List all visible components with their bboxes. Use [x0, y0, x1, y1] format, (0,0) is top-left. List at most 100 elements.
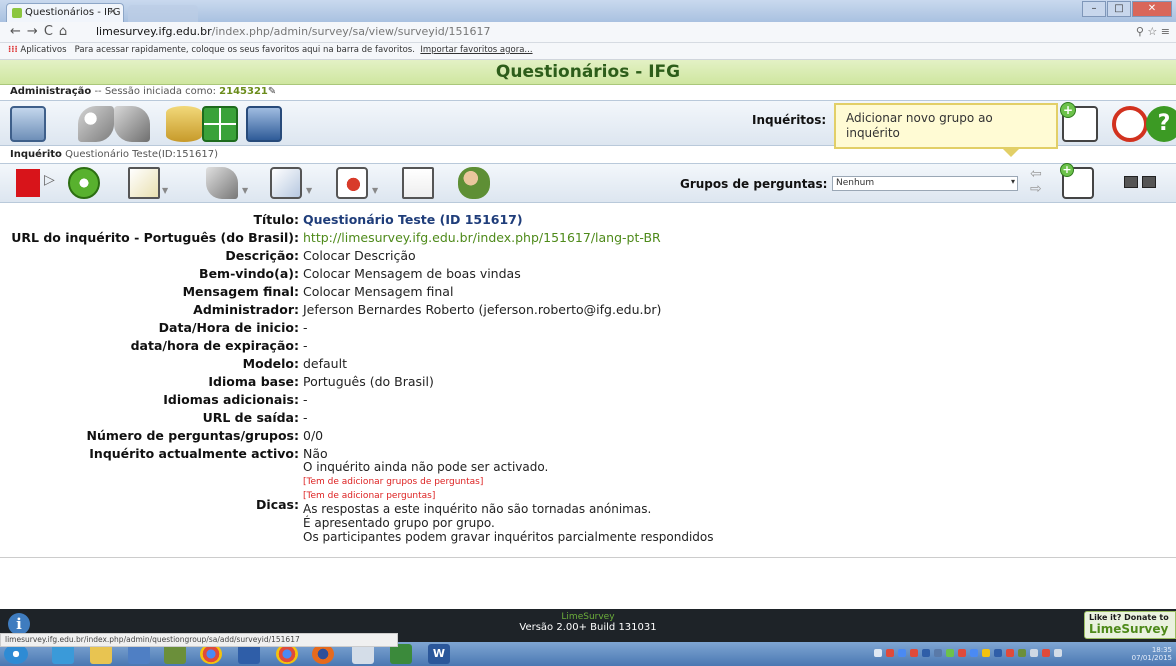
media-icon[interactable]: [128, 644, 150, 664]
app-icon[interactable]: [352, 644, 374, 664]
info-icon[interactable]: i: [8, 613, 30, 635]
home-icon[interactable]: ⌂: [59, 24, 73, 39]
help-icon[interactable]: ?: [1146, 106, 1176, 142]
start-icon[interactable]: [4, 644, 28, 664]
add-survey-icon[interactable]: +: [1060, 102, 1098, 142]
menu-icon[interactable]: ≡: [1161, 25, 1170, 38]
donate-banner[interactable]: Like it? Donate to LimeSurvey: [1084, 611, 1176, 639]
question-groups-select[interactable]: Nenhum ▾: [832, 176, 1018, 191]
browser-menu: ⚲ ☆ ≡: [1136, 25, 1170, 38]
survey-name-line: Inquérito Questionário Teste(ID:151617): [0, 149, 1176, 163]
detail-value: default: [303, 356, 347, 371]
database-icon[interactable]: [166, 106, 202, 142]
detail-value: -: [303, 338, 308, 353]
star-icon[interactable]: ☆: [1147, 25, 1157, 38]
detail-row-template: Modelo: default: [0, 356, 1176, 374]
tip-warning[interactable]: [Tem de adicionar perguntas]: [303, 490, 713, 502]
tip-line: As respostas a este inquérito não são to…: [303, 502, 652, 516]
pencil-icon[interactable]: ✎: [268, 86, 276, 97]
close-window-button[interactable]: ✕: [1132, 1, 1172, 17]
import-bookmarks-link[interactable]: Importar favoritos agora...: [420, 45, 532, 55]
responses-icon[interactable]: [336, 167, 368, 199]
donate-line1: Like it? Donate to: [1089, 613, 1169, 622]
status-bar-url: limesurvey.ifg.edu.br/index.php/admin/qu…: [0, 633, 398, 647]
detail-row-title: Título: Questionário Teste (ID 151617): [0, 212, 1176, 230]
survey-toolbar: ▷ ▼ ▼ ▼ ▼ Grupos de perguntas: Nenhum ▾ …: [0, 163, 1176, 203]
detail-value: Questionário Teste (ID 151617): [303, 212, 523, 227]
clock[interactable]: 18:35 07/01/2015: [1132, 646, 1172, 662]
detail-value: -: [303, 320, 308, 335]
export-icon[interactable]: [246, 106, 282, 142]
footer-brand[interactable]: LimeSurvey: [0, 612, 1176, 622]
next-group-icon[interactable]: ⇨: [1030, 181, 1042, 197]
chrome-icon[interactable]: [276, 644, 298, 664]
apps-icon[interactable]: ⁝⁝⁝: [8, 45, 18, 55]
detail-label: Data/Hora de inicio:: [158, 320, 299, 335]
keys-icon[interactable]: [78, 106, 114, 142]
detail-value: Não: [303, 446, 328, 461]
tip-warning[interactable]: [Tem de adicionar grupos de perguntas]: [303, 476, 713, 488]
logout-icon[interactable]: [1112, 106, 1148, 142]
chevron-down-icon[interactable]: ▼: [242, 186, 248, 195]
detail-row-end-message: Mensagem final: Colocar Mensagem final: [0, 284, 1176, 302]
tab-close-icon[interactable]: ×: [109, 6, 117, 17]
detail-row-expiry-date: data/hora de expiração: -: [0, 338, 1176, 356]
edit-text-icon[interactable]: [128, 167, 160, 199]
detail-row-question-count: Número de perguntas/grupos: 0/0: [0, 428, 1176, 446]
page-title: Questionários - IFG: [0, 60, 1176, 85]
minimize-button[interactable]: –: [1082, 1, 1106, 17]
url-field[interactable]: limesurvey.ifg.edu.br/index.php/admin/su…: [96, 25, 490, 38]
excel-icon[interactable]: [390, 644, 412, 664]
grid-icon[interactable]: [202, 106, 238, 142]
donate-line2: LimeSurvey: [1089, 622, 1169, 636]
activate-arrow-icon[interactable]: ▷: [44, 172, 55, 188]
surveys-label: Inquéritos:: [752, 113, 827, 127]
firefox-icon[interactable]: [312, 644, 334, 664]
app-icon[interactable]: [238, 644, 260, 664]
tip-line: Os participantes podem gravar inquéritos…: [303, 530, 714, 544]
tools-icon[interactable]: [114, 106, 150, 142]
back-icon[interactable]: ←: [10, 24, 27, 39]
stop-survey-icon[interactable]: [16, 169, 40, 197]
survey-url-link[interactable]: http://limesurvey.ifg.edu.br/index.php/1…: [303, 230, 661, 245]
zoom-icon[interactable]: ⚲: [1136, 25, 1144, 38]
detail-value: Colocar Mensagem final: [303, 284, 454, 299]
home-admin-icon[interactable]: [10, 106, 46, 142]
display-export-icon[interactable]: [270, 167, 302, 199]
chevron-down-icon[interactable]: ▼: [372, 186, 378, 195]
explorer-icon[interactable]: [90, 644, 112, 664]
chrome-icon[interactable]: [200, 644, 222, 664]
maximize-panel-icon[interactable]: [1142, 176, 1156, 188]
detail-label: Modelo:: [242, 356, 299, 371]
survey-logic-icon[interactable]: [402, 167, 434, 199]
detail-label: Idioma base:: [208, 374, 299, 389]
word-icon[interactable]: W: [428, 644, 450, 664]
tooltip-add-group: Adicionar novo grupo ao inquérito: [834, 103, 1058, 157]
tips-label: Dicas:: [256, 497, 299, 512]
forward-icon[interactable]: →: [27, 24, 44, 39]
detail-value: Jeferson Bernardes Roberto (jeferson.rob…: [303, 302, 662, 317]
chevron-down-icon[interactable]: ▼: [162, 186, 168, 195]
participants-icon[interactable]: [458, 167, 490, 199]
settings-gear-icon[interactable]: [68, 167, 100, 199]
session-user[interactable]: 2145321: [219, 86, 268, 97]
chevron-down-icon[interactable]: ▼: [306, 186, 312, 195]
detail-label: Bem-vindo(a):: [199, 266, 299, 281]
app-icon[interactable]: [164, 644, 186, 664]
ie-icon[interactable]: [52, 644, 74, 664]
maximize-button[interactable]: □: [1107, 1, 1131, 17]
system-tray: [874, 649, 1114, 659]
detail-row-url: URL do inquérito - Português (do Brasil)…: [0, 230, 1176, 248]
survey-label: Inquérito: [10, 149, 62, 160]
new-tab-button[interactable]: [128, 5, 198, 22]
apps-link[interactable]: Aplicativos: [20, 45, 66, 55]
reload-icon[interactable]: C: [44, 24, 59, 39]
browser-tab[interactable]: Questionários - IFG ×: [6, 3, 124, 22]
detail-label: data/hora de expiração:: [130, 338, 299, 353]
question-groups-selected: Nenhum: [836, 178, 875, 188]
previous-group-icon[interactable]: ⇦: [1030, 166, 1042, 182]
survey-tools-icon[interactable]: [206, 167, 238, 199]
admin-session-line: Administração -- Sessão iniciada como: 2…: [0, 86, 1176, 100]
minimize-panel-icon[interactable]: [1124, 176, 1138, 188]
add-group-icon[interactable]: +: [1060, 163, 1094, 199]
